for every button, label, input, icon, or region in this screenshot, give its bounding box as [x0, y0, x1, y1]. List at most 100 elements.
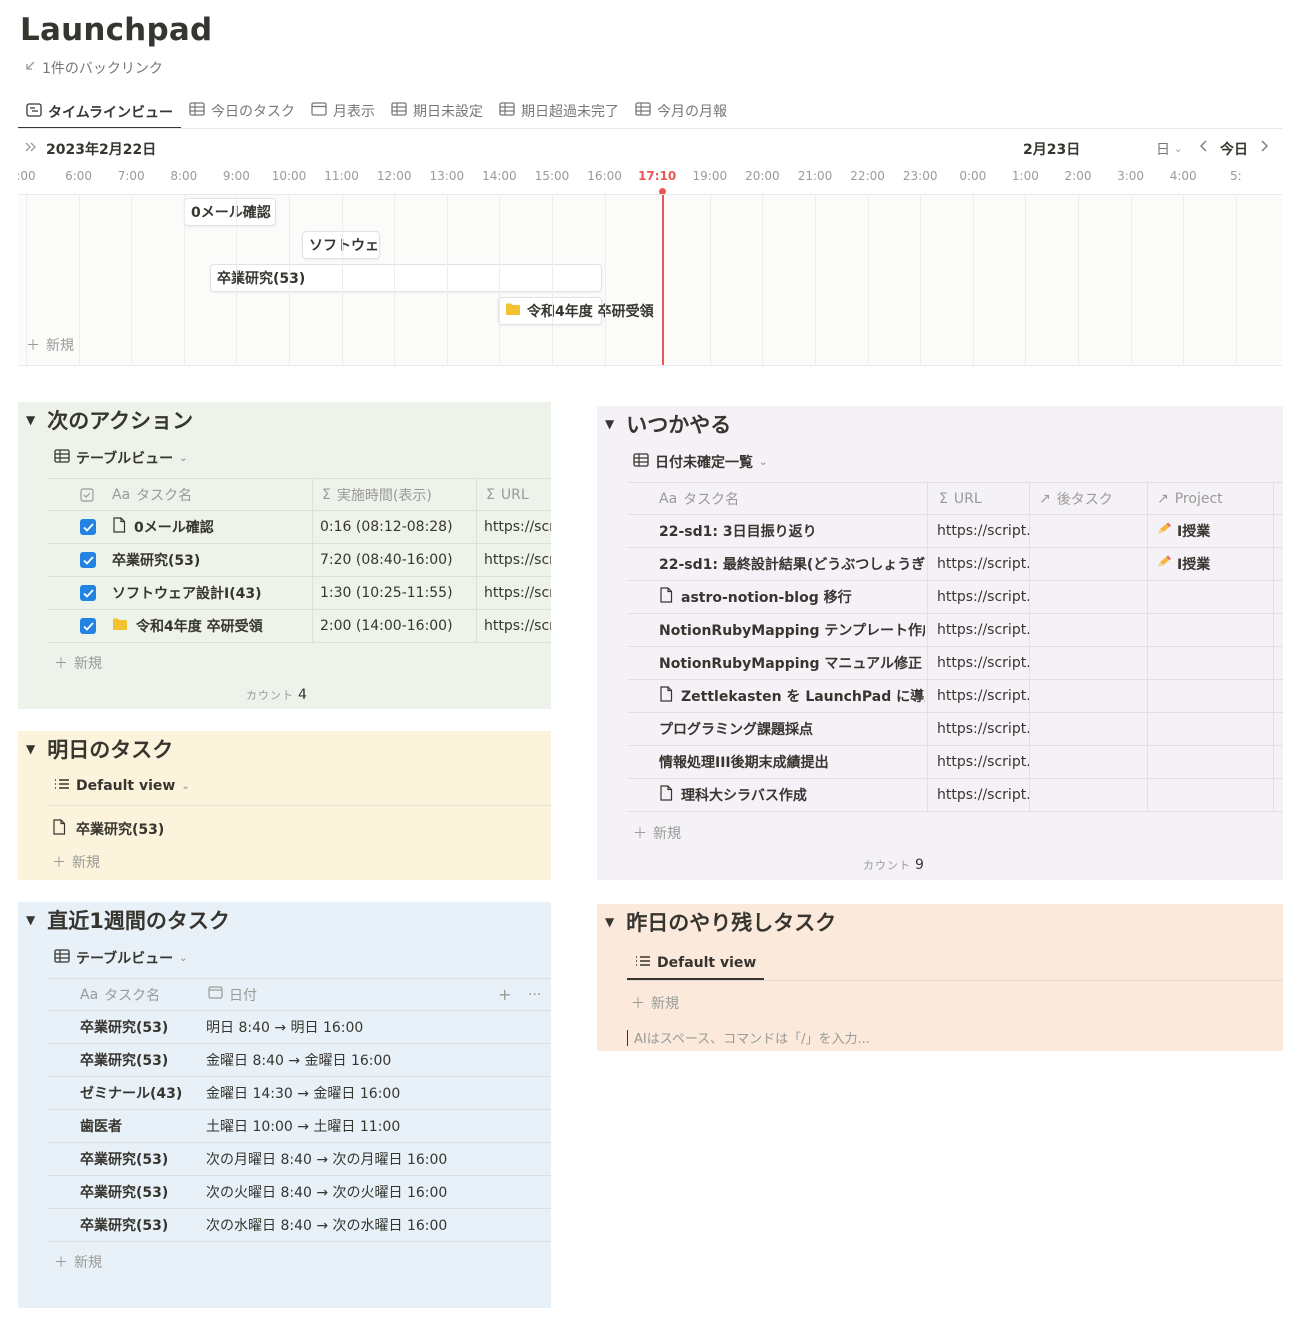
add-item-button[interactable]: ＋ 新規 — [52, 852, 100, 872]
section-title[interactable]: ▼ 次のアクション — [26, 405, 193, 435]
table-row[interactable]: 情報処理III後期末成績提出 https://script.g — [627, 746, 1283, 779]
toggle-triangle-icon[interactable]: ▼ — [605, 417, 614, 431]
add-column-button[interactable]: + — [498, 979, 511, 1010]
table-row[interactable]: ソフトウェア設計I(43) 1:30 (10:25-11:55) https://s… — [48, 577, 551, 610]
url-cell[interactable]: https://script.g — [937, 548, 1029, 580]
task-name-cell[interactable]: ゼミナール(43) — [80, 1077, 182, 1109]
table-row[interactable]: プログラミング課題採点 https://script.g — [627, 713, 1283, 746]
checkbox-checked[interactable] — [80, 552, 96, 568]
next-arrow-icon[interactable] — [1258, 138, 1270, 158]
url-cell[interactable]: https://scr — [484, 577, 551, 609]
table-row[interactable]: Zettlekasten を LaunchPad に導入 https://scri… — [627, 680, 1283, 713]
tab-monthly-report[interactable]: 今月の月報 — [627, 96, 735, 126]
task-name-cell[interactable]: 卒業研究(53) — [80, 1209, 168, 1241]
task-name-cell[interactable]: 理科大シラバス作成 — [659, 779, 925, 811]
block-input[interactable]: AIはスペース、コマンドは「/」を入力... — [627, 1028, 870, 1047]
url-cell[interactable]: https://script.g — [937, 779, 1029, 811]
next-task-cell[interactable] — [1039, 746, 1145, 778]
task-name-cell[interactable]: 卒業研究(53) — [112, 544, 308, 576]
count-summary[interactable]: カウント 9 — [863, 857, 924, 873]
task-name-cell[interactable]: NotionRubyMapping マニュアル修正 — [659, 647, 925, 679]
table-row[interactable]: 卒業研究(53) 明日 8:40 → 明日 16:00 — [48, 1011, 551, 1044]
view-selector[interactable]: テーブルビュー ⌄ — [54, 448, 188, 468]
timeline-item[interactable]: 卒業研究(53) — [210, 264, 602, 292]
scale-selector[interactable]: 日 ⌄ — [1156, 139, 1182, 159]
task-name-cell[interactable]: 卒業研究(53) — [80, 1143, 168, 1175]
column-header-name[interactable]: Aa タスク名 — [112, 479, 192, 510]
url-cell[interactable]: https://scr — [484, 544, 551, 576]
add-row-button[interactable]: ＋ 新規 — [54, 1252, 102, 1272]
date-cell[interactable]: 明日 8:40 → 明日 16:00 — [206, 1011, 363, 1043]
column-header-next[interactable]: ↗ 後タスク — [1039, 483, 1113, 514]
project-cell[interactable]: I授業 — [1155, 548, 1210, 580]
next-task-cell[interactable] — [1039, 581, 1145, 613]
url-cell[interactable]: https://script.g — [937, 713, 1029, 745]
task-name-cell[interactable]: 22-sd1: 最終設計結果(どうぶつしょうぎ) — [659, 548, 925, 580]
add-row-button[interactable]: ＋ 新規 — [54, 653, 102, 673]
section-title[interactable]: ▼ 直近1週間のタスク — [26, 905, 230, 935]
url-cell[interactable]: https://script.g — [937, 680, 1029, 712]
checkbox-cell[interactable] — [80, 544, 96, 576]
table-row[interactable]: 卒業研究(53) 次の月曜日 8:40 → 次の月曜日 16:00 — [48, 1143, 551, 1176]
url-cell[interactable]: https://scr — [484, 511, 551, 543]
checkbox-cell[interactable] — [80, 610, 96, 642]
table-row[interactable]: NotionRubyMapping マニュアル修正 https://script.… — [627, 647, 1283, 680]
count-summary[interactable]: カウント 4 — [246, 687, 307, 703]
timeline-item[interactable]: 令和4年度 卒研受領 — [498, 297, 654, 325]
next-task-cell[interactable] — [1039, 614, 1145, 646]
backlinks-link[interactable]: 1件のバックリンク — [24, 58, 163, 78]
time-cell[interactable]: 0:16 (08:12-08:28) — [320, 511, 453, 543]
checkbox-checked[interactable] — [80, 618, 96, 634]
section-title[interactable]: ▼ いつかやる — [605, 409, 731, 439]
table-row[interactable]: 卒業研究(53) 次の火曜日 8:40 → 次の火曜日 16:00 — [48, 1176, 551, 1209]
timeline-item[interactable]: 0メール確認 — [184, 198, 276, 226]
section-title[interactable]: ▼ 明日のタスク — [26, 734, 173, 764]
column-header-url[interactable]: Σ URL — [486, 479, 529, 510]
expand-icon[interactable] — [24, 140, 38, 158]
view-selector[interactable]: 日付未確定一覧 ⌄ — [633, 452, 767, 472]
task-name-cell[interactable]: 令和4年度 卒研受領 — [112, 610, 308, 642]
time-cell[interactable]: 7:20 (08:40-16:00) — [320, 544, 453, 576]
toggle-triangle-icon[interactable]: ▼ — [605, 915, 614, 929]
task-name-cell[interactable]: プログラミング課題採点 — [659, 713, 925, 745]
tab-today[interactable]: 今日のタスク — [181, 96, 303, 126]
column-header-url[interactable]: Σ URL — [939, 483, 982, 514]
url-cell[interactable]: https://script.g — [937, 647, 1029, 679]
checkbox-checked[interactable] — [80, 519, 96, 535]
task-name-cell[interactable]: Zettlekasten を LaunchPad に導入 — [659, 680, 925, 712]
date-cell[interactable]: 金曜日 8:40 → 金曜日 16:00 — [206, 1044, 391, 1076]
table-row[interactable]: 卒業研究(53) 次の水曜日 8:40 → 次の水曜日 16:00 — [48, 1209, 551, 1242]
timeline-canvas[interactable]: 0メール確認 ソフトウェア設計I(43) 卒業研究(53) 令和4年度 卒研受領… — [18, 194, 1282, 366]
time-cell[interactable]: 2:00 (14:00-16:00) — [320, 610, 453, 642]
table-row[interactable]: 理科大シラバス作成 https://script.g — [627, 779, 1283, 812]
next-task-cell[interactable] — [1039, 515, 1145, 547]
tab-month[interactable]: 月表示 — [303, 96, 383, 126]
url-cell[interactable]: https://script.g — [937, 614, 1029, 646]
task-name-cell[interactable]: 情報処理III後期末成績提出 — [659, 746, 925, 778]
table-row[interactable]: 卒業研究(53) 7:20 (08:40-16:00) https://scr — [48, 544, 551, 577]
project-cell[interactable]: I授業 — [1155, 515, 1210, 547]
time-cell[interactable]: 1:30 (10:25-11:55) — [320, 577, 453, 609]
task-name-cell[interactable]: 卒業研究(53) — [80, 1044, 168, 1076]
table-row[interactable]: 令和4年度 卒研受領 2:00 (14:00-16:00) https://scr — [48, 610, 551, 643]
today-button[interactable]: 今日 — [1220, 139, 1248, 159]
column-header-name[interactable]: Aa タスク名 — [659, 483, 739, 514]
view-tab-default[interactable]: Default view — [627, 948, 765, 980]
task-name-cell[interactable]: ソフトウェア設計I(43) — [112, 577, 308, 609]
column-header-date[interactable]: 日付 — [208, 979, 257, 1010]
column-header-project[interactable]: ↗ Project — [1157, 483, 1223, 514]
timeline-new-button[interactable]: ＋ 新規 — [26, 335, 74, 355]
url-cell[interactable]: https://script.g — [937, 515, 1029, 547]
url-cell[interactable]: https://script.g — [937, 746, 1029, 778]
add-item-button[interactable]: ＋ 新規 — [631, 993, 679, 1013]
column-header-name[interactable]: Aa タスク名 — [80, 979, 160, 1010]
next-task-cell[interactable] — [1039, 647, 1145, 679]
list-item[interactable]: 卒業研究(53) — [52, 819, 164, 839]
toggle-triangle-icon[interactable]: ▼ — [26, 413, 35, 427]
date-cell[interactable]: 土曜日 10:00 → 土曜日 11:00 — [206, 1110, 400, 1142]
view-selector[interactable]: テーブルビュー ⌄ — [54, 948, 188, 968]
date-cell[interactable]: 次の月曜日 8:40 → 次の月曜日 16:00 — [206, 1143, 447, 1175]
table-row[interactable]: astro-notion-blog 移行 https://script.g — [627, 581, 1283, 614]
next-task-cell[interactable] — [1039, 713, 1145, 745]
task-name-cell[interactable]: astro-notion-blog 移行 — [659, 581, 925, 613]
